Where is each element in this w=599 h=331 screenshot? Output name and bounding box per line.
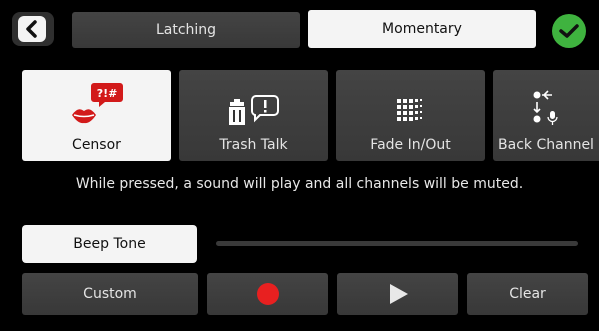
play-button[interactable] xyxy=(337,273,458,315)
back-channel-icon xyxy=(531,79,561,127)
momentary-tab[interactable]: Momentary xyxy=(308,10,536,48)
clear-label: Clear xyxy=(509,286,546,302)
censor-icon: ?!# xyxy=(62,79,132,127)
record-icon xyxy=(256,283,279,305)
sound-progress-track xyxy=(216,241,578,246)
latching-tab[interactable]: Latching xyxy=(72,12,300,48)
fade-icon xyxy=(396,79,426,127)
effect-trash-talk[interactable]: Trash Talk xyxy=(179,70,328,161)
chevron-left-icon xyxy=(18,16,46,42)
effect-description: While pressed, a sound will play and all… xyxy=(75,176,524,192)
trash-talk-icon xyxy=(224,79,284,127)
effect-label: Fade In/Out xyxy=(370,136,451,153)
effect-back-channel[interactable]: Back Channel xyxy=(493,70,599,161)
effect-label: Trash Talk xyxy=(219,136,288,153)
record-button[interactable] xyxy=(207,273,328,315)
sound-select-button[interactable]: Beep Tone xyxy=(22,225,197,263)
momentary-label: Momentary xyxy=(382,21,462,37)
sound-label: Beep Tone xyxy=(73,236,146,252)
effect-censor[interactable]: ?!# Censor xyxy=(22,70,171,161)
effect-label: Back Channel xyxy=(498,136,594,153)
confirm-button[interactable] xyxy=(552,14,586,48)
back-button[interactable] xyxy=(12,12,54,46)
effect-label: Censor xyxy=(72,136,121,153)
latching-label: Latching xyxy=(155,22,217,38)
svg-text:?!#: ?!# xyxy=(96,87,117,100)
play-icon xyxy=(389,284,408,304)
custom-button[interactable]: Custom xyxy=(22,273,198,315)
custom-label: Custom xyxy=(83,286,137,302)
clear-button[interactable]: Clear xyxy=(467,273,588,315)
effect-fade[interactable]: Fade In/Out xyxy=(336,70,485,161)
checkmark-icon xyxy=(559,24,579,38)
